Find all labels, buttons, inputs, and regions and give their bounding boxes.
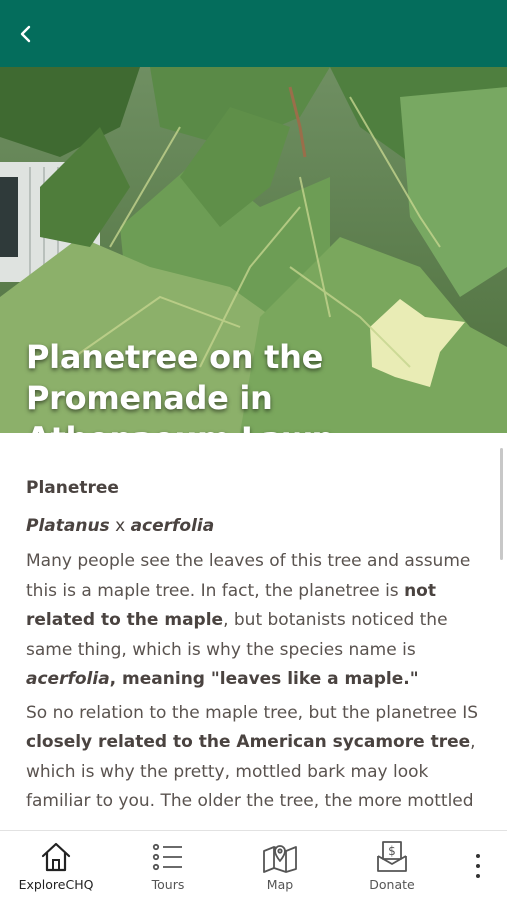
latin-name: Platanus x acerfolia xyxy=(26,515,481,537)
donate-icon: $ xyxy=(377,841,407,872)
nav-label: Map xyxy=(266,877,294,892)
nav-item-explorechq[interactable]: ExploreCHQ xyxy=(6,831,106,900)
latin-species: acerfolia xyxy=(130,516,215,536)
bold-text: , meaning "leaves like a maple." xyxy=(109,669,419,689)
list-icon xyxy=(152,843,182,871)
nav-item-map[interactable]: Map xyxy=(230,831,330,900)
bold-text: closely related to the American sycamore… xyxy=(26,732,471,752)
bottom-nav: ExploreCHQ Tours Map $ Donate xyxy=(0,830,507,900)
latin-genus: Platanus xyxy=(26,516,110,536)
latin-connector: x xyxy=(109,516,131,536)
common-name: Planetree xyxy=(26,478,119,498)
paragraph-2: So no relation to the maple tree, but th… xyxy=(26,699,481,817)
paragraph-text: So no relation to the maple tree, but th… xyxy=(26,702,479,723)
page-title: Planetree on the Promenade in Athenaeum … xyxy=(26,338,334,433)
nav-label: Donate xyxy=(369,877,415,892)
more-vertical-icon[interactable] xyxy=(466,849,490,883)
article-content: Planetree Platanus x acerfolia Many peop… xyxy=(0,433,507,830)
chevron-left-icon xyxy=(20,25,31,43)
app-bar xyxy=(0,0,507,67)
nav-item-donate[interactable]: $ Donate xyxy=(342,831,442,900)
map-pin-icon xyxy=(263,845,297,873)
nav-label: Tours xyxy=(151,877,185,892)
hero-image: Planetree on the Promenade in Athenaeum … xyxy=(0,67,507,433)
home-icon xyxy=(41,842,71,872)
nav-item-tours[interactable]: Tours xyxy=(118,831,218,900)
nav-label: ExploreCHQ xyxy=(18,877,94,892)
scrollbar[interactable] xyxy=(500,448,503,560)
paragraph-1: Many people see the leaves of this tree … xyxy=(26,547,481,695)
svg-text:$: $ xyxy=(388,844,396,858)
back-button[interactable] xyxy=(12,20,40,48)
bold-italic-text: acerfolia xyxy=(26,669,110,689)
